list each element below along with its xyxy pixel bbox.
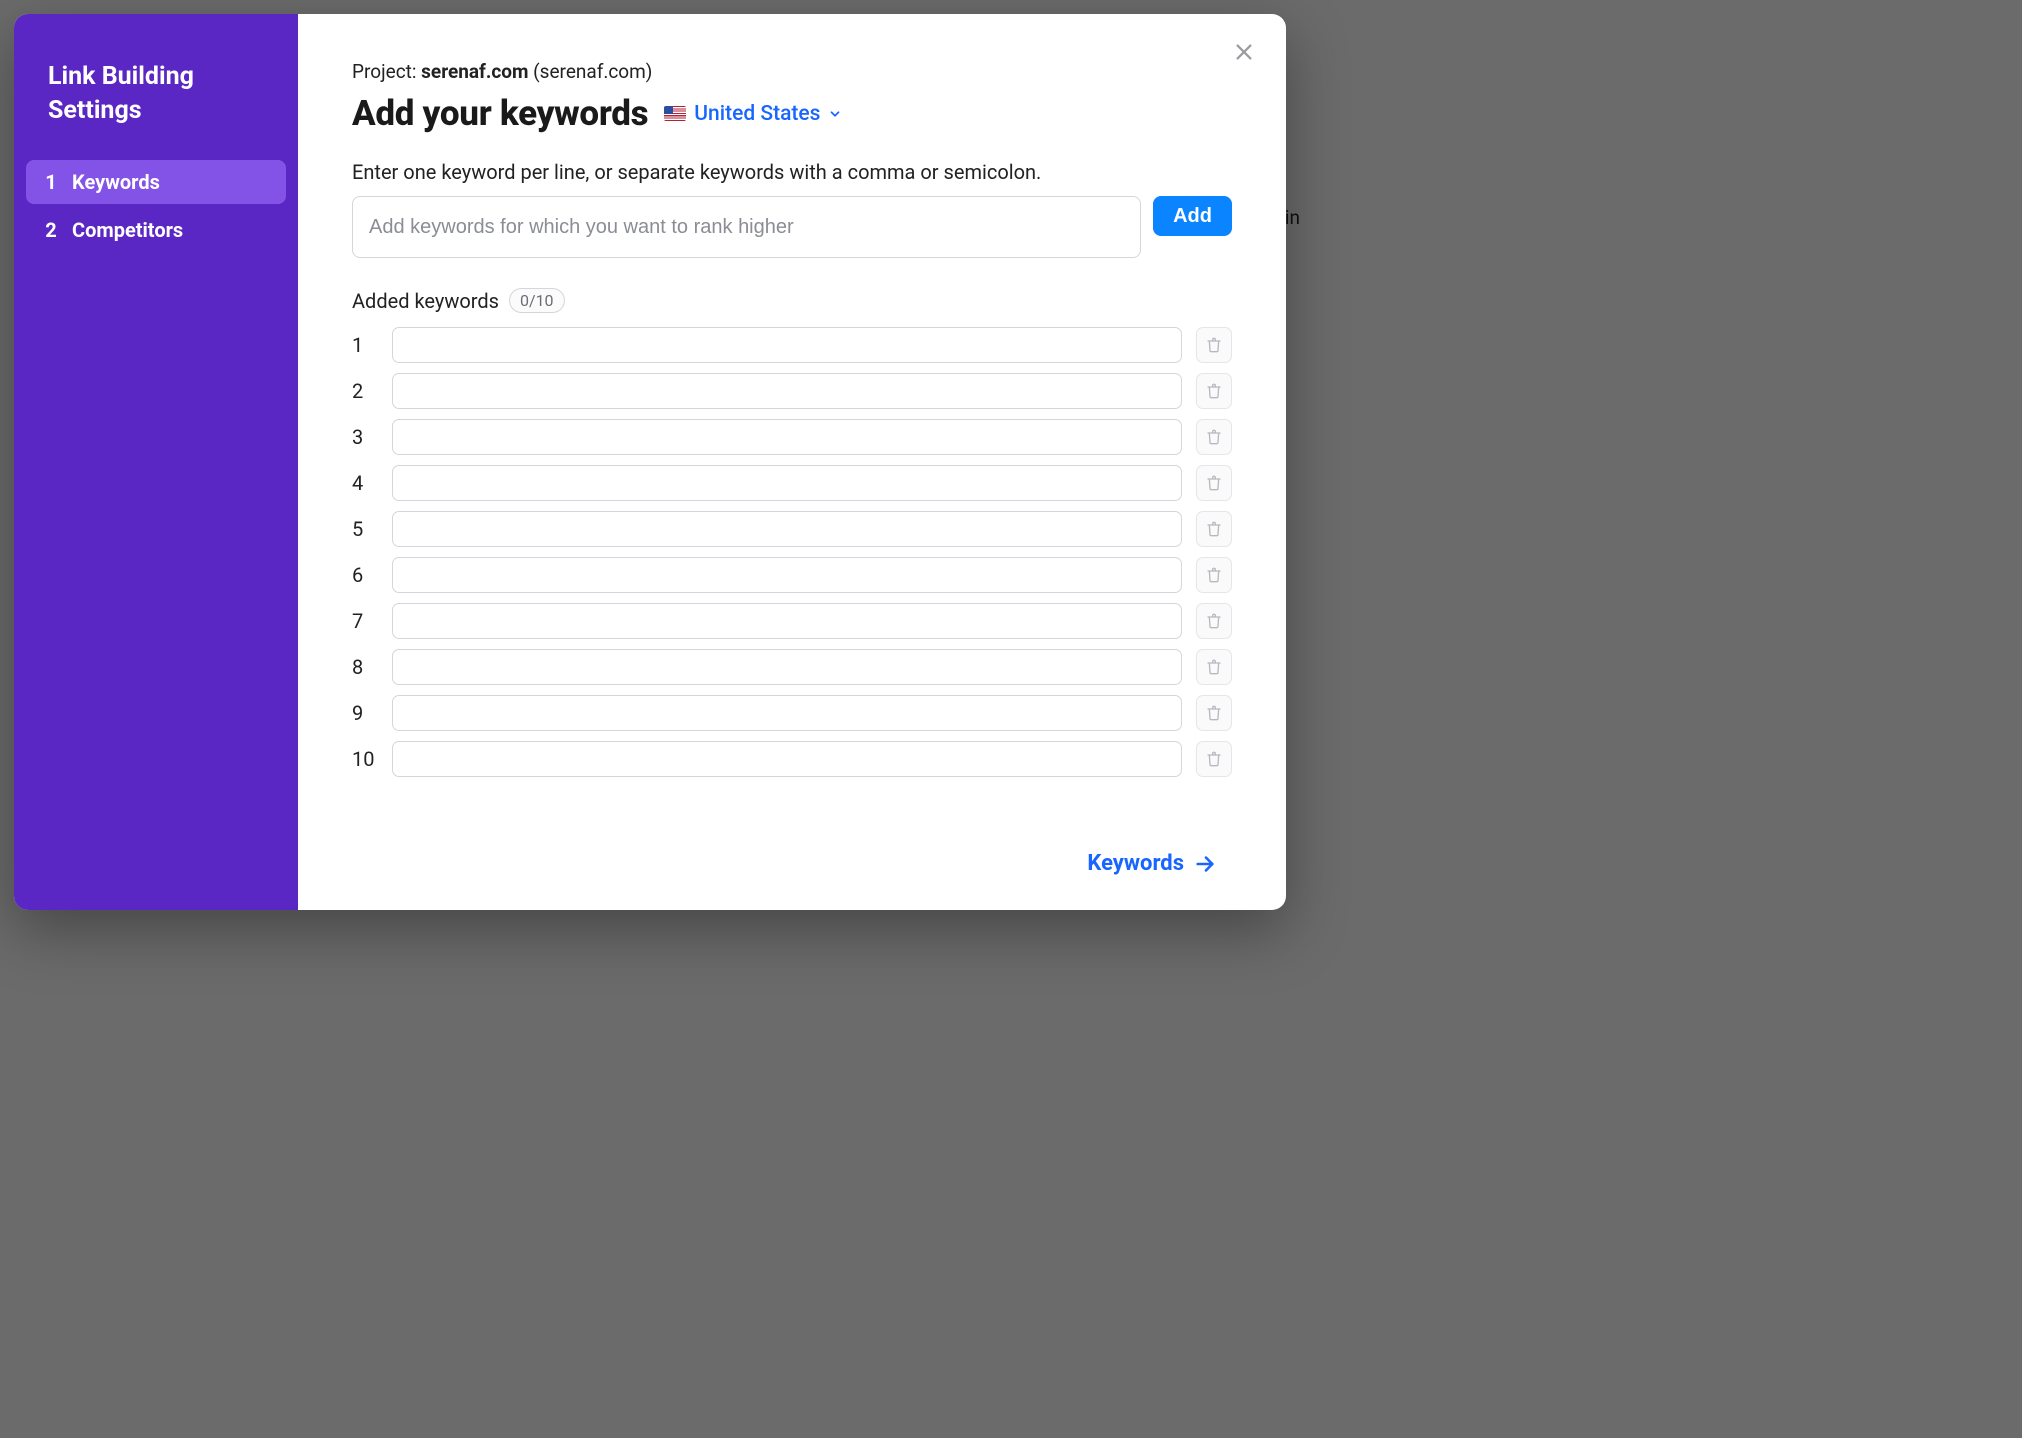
row-number: 5	[352, 517, 378, 541]
keyword-row: 5	[352, 511, 1232, 547]
keyword-row: 10	[352, 741, 1232, 777]
delete-button[interactable]	[1196, 373, 1232, 409]
next-label: Keywords	[1087, 851, 1184, 876]
trash-icon	[1206, 521, 1222, 537]
keyword-slot-input[interactable]	[392, 649, 1182, 685]
row-number: 6	[352, 563, 378, 587]
trash-icon	[1206, 705, 1222, 721]
sidebar-item-num: 2	[44, 218, 58, 242]
sidebar-item-num: 1	[44, 170, 58, 194]
keyword-slot-input[interactable]	[392, 465, 1182, 501]
delete-button[interactable]	[1196, 695, 1232, 731]
arrow-right-icon	[1194, 853, 1216, 875]
trash-icon	[1206, 751, 1222, 767]
trash-icon	[1206, 659, 1222, 675]
keyword-row: 2	[352, 373, 1232, 409]
settings-modal: Link Building Settings 1 Keywords 2 Comp…	[14, 14, 1286, 910]
keyword-slot-input[interactable]	[392, 741, 1182, 777]
row-number: 8	[352, 655, 378, 679]
keyword-row: 9	[352, 695, 1232, 731]
keyword-slot-input[interactable]	[392, 327, 1182, 363]
main-content: Project: serenaf.com (serenaf.com) Add y…	[298, 14, 1286, 910]
sidebar-item-competitors[interactable]: 2 Competitors	[26, 208, 286, 252]
keyword-row: 3	[352, 419, 1232, 455]
delete-button[interactable]	[1196, 511, 1232, 547]
delete-button[interactable]	[1196, 603, 1232, 639]
keyword-row: 1	[352, 327, 1232, 363]
keyword-list: 1 2 3 4 5	[352, 327, 1232, 777]
page-title: Add your keywords	[352, 93, 648, 134]
close-icon	[1233, 41, 1255, 63]
close-button[interactable]	[1228, 36, 1260, 68]
sidebar-item-label: Competitors	[72, 218, 183, 242]
next-keywords-link[interactable]: Keywords	[1087, 851, 1216, 876]
sidebar-item-label: Keywords	[72, 170, 160, 194]
row-number: 10	[352, 747, 378, 771]
trash-icon	[1206, 429, 1222, 445]
delete-button[interactable]	[1196, 419, 1232, 455]
keyword-slot-input[interactable]	[392, 419, 1182, 455]
project-prefix: Project:	[352, 60, 421, 83]
keyword-row: 7	[352, 603, 1232, 639]
keyword-slot-input[interactable]	[392, 511, 1182, 547]
project-suffix: (serenaf.com)	[528, 60, 652, 83]
trash-icon	[1206, 567, 1222, 583]
row-number: 4	[352, 471, 378, 495]
trash-icon	[1206, 383, 1222, 399]
country-selector[interactable]: United States	[664, 102, 842, 126]
keyword-input[interactable]	[352, 196, 1141, 258]
row-number: 9	[352, 701, 378, 725]
trash-icon	[1206, 475, 1222, 491]
project-name: serenaf.com	[421, 60, 528, 83]
chevron-down-icon	[828, 107, 842, 121]
project-line: Project: serenaf.com (serenaf.com)	[352, 60, 1232, 83]
keyword-row: 4	[352, 465, 1232, 501]
added-keywords-label: Added keywords	[352, 289, 499, 313]
delete-button[interactable]	[1196, 557, 1232, 593]
keyword-row: 8	[352, 649, 1232, 685]
us-flag-icon	[664, 106, 686, 121]
sidebar-title: Link Building Settings	[14, 60, 298, 156]
row-number: 3	[352, 425, 378, 449]
add-button[interactable]: Add	[1153, 196, 1232, 236]
instructions: Enter one keyword per line, or separate …	[352, 160, 1232, 184]
keyword-row: 6	[352, 557, 1232, 593]
delete-button[interactable]	[1196, 465, 1232, 501]
trash-icon	[1206, 613, 1222, 629]
keyword-slot-input[interactable]	[392, 557, 1182, 593]
keyword-slot-input[interactable]	[392, 695, 1182, 731]
keyword-slot-input[interactable]	[392, 373, 1182, 409]
delete-button[interactable]	[1196, 741, 1232, 777]
row-number: 1	[352, 333, 378, 357]
delete-button[interactable]	[1196, 649, 1232, 685]
page-title-row: Add your keywords United States	[352, 93, 1232, 134]
keyword-input-row: Add	[352, 196, 1232, 258]
sidebar-item-keywords[interactable]: 1 Keywords	[26, 160, 286, 204]
delete-button[interactable]	[1196, 327, 1232, 363]
keyword-slot-input[interactable]	[392, 603, 1182, 639]
row-number: 7	[352, 609, 378, 633]
trash-icon	[1206, 337, 1222, 353]
sidebar: Link Building Settings 1 Keywords 2 Comp…	[14, 14, 298, 910]
count-badge: 0/10	[509, 288, 565, 313]
added-keywords-header: Added keywords 0/10	[352, 288, 1232, 313]
row-number: 2	[352, 379, 378, 403]
country-label: United States	[694, 102, 820, 126]
